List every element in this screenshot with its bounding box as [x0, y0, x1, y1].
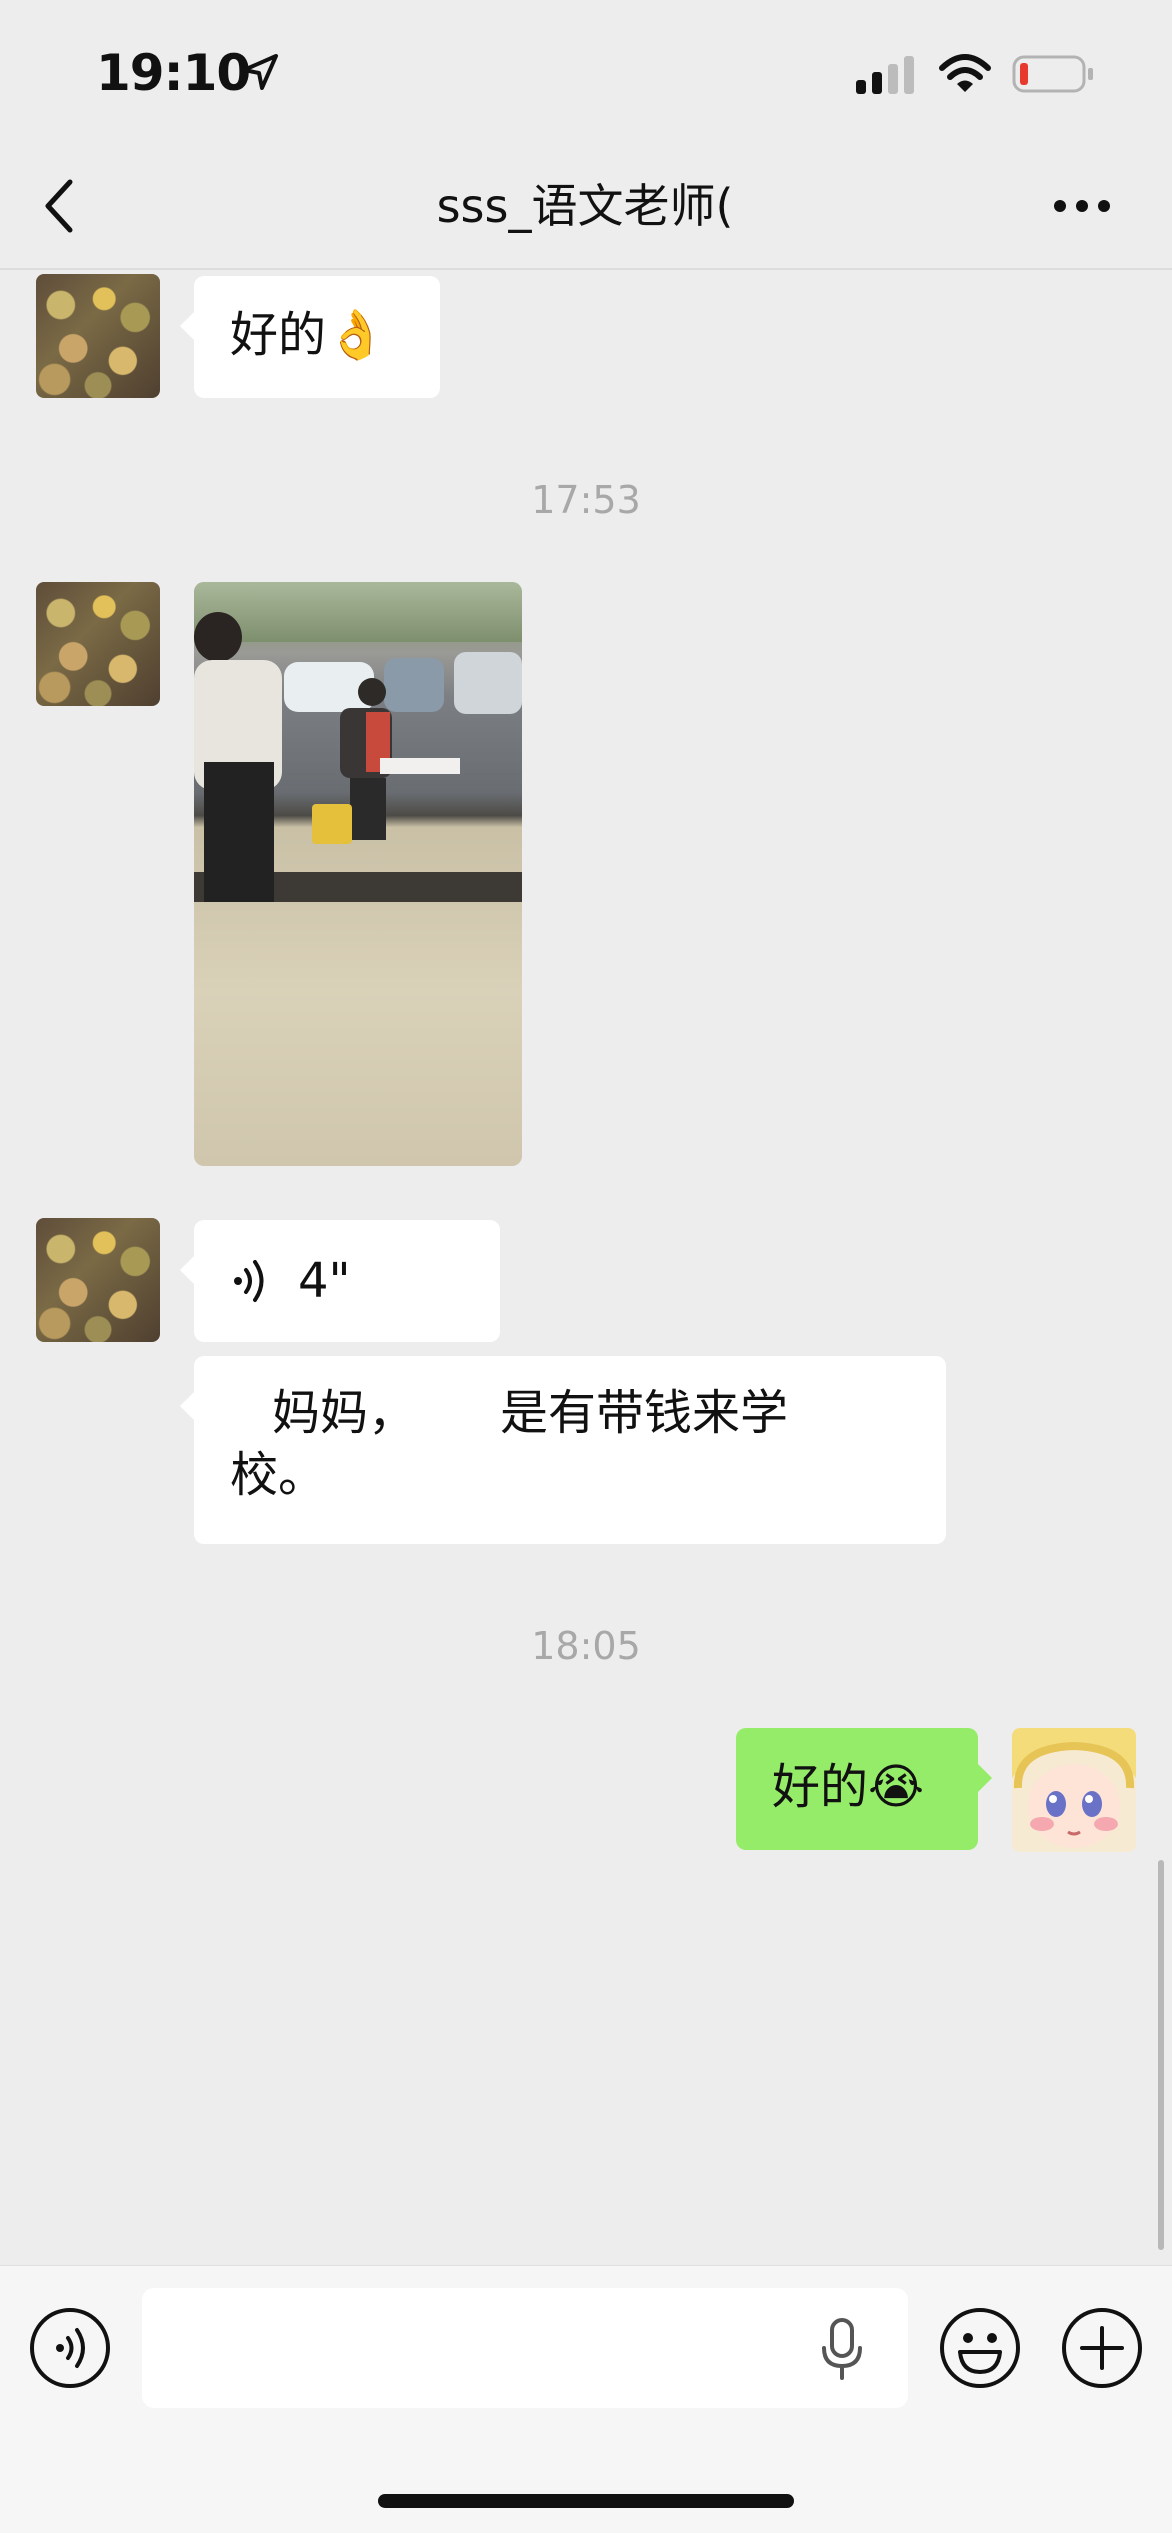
plus-icon[interactable] — [1060, 2306, 1144, 2390]
message-input[interactable] — [142, 2288, 908, 2408]
chat-title: sss_语文老师( — [436, 179, 734, 233]
scrollbar[interactable] — [1158, 1860, 1164, 2250]
avatar[interactable] — [36, 274, 160, 398]
message-text: 校。 — [230, 1447, 327, 1503]
avatar[interactable] — [36, 582, 160, 706]
crying-emoji: 😭 — [868, 1759, 925, 1815]
image-message[interactable] — [194, 582, 522, 1166]
message-text: 是有带钱来学 — [500, 1385, 789, 1441]
microphone-icon[interactable] — [818, 2318, 866, 2380]
wifi-icon — [939, 54, 991, 92]
ok-hand-emoji: 👌 — [326, 307, 386, 363]
avatar[interactable] — [36, 1218, 160, 1342]
voice-wave-icon — [234, 1260, 264, 1302]
message-text: 好的 — [230, 307, 327, 363]
home-indicator[interactable] — [378, 2494, 794, 2508]
my-avatar[interactable] — [1012, 1728, 1136, 1852]
voice-mode-icon[interactable] — [28, 2306, 112, 2390]
battery-low-icon — [1012, 55, 1093, 93]
ellipsis-icon[interactable] — [1052, 196, 1112, 216]
timestamp: 17:53 — [531, 478, 641, 522]
voice-duration: 4" — [298, 1253, 351, 1309]
chevron-left-icon[interactable] — [40, 176, 80, 236]
anime-girl-avatar-icon — [1012, 1728, 1136, 1852]
timestamp: 18:05 — [531, 1624, 641, 1668]
message-bubble[interactable]: 好的👌 — [180, 276, 440, 398]
status-time: 19:10 — [96, 44, 251, 102]
message-bubble-sent[interactable]: 好的😭 — [736, 1728, 992, 1850]
emoji-icon[interactable] — [938, 2306, 1022, 2390]
message-text: 好的 — [772, 1759, 869, 1815]
message-text: 妈妈， — [272, 1385, 417, 1441]
message-bubble[interactable]: 妈妈， 是有带钱来学 校。 — [180, 1356, 946, 1544]
cellular-signal-icon — [856, 56, 914, 94]
location-arrow-icon — [242, 54, 278, 90]
voice-message[interactable]: 4" — [180, 1220, 500, 1342]
